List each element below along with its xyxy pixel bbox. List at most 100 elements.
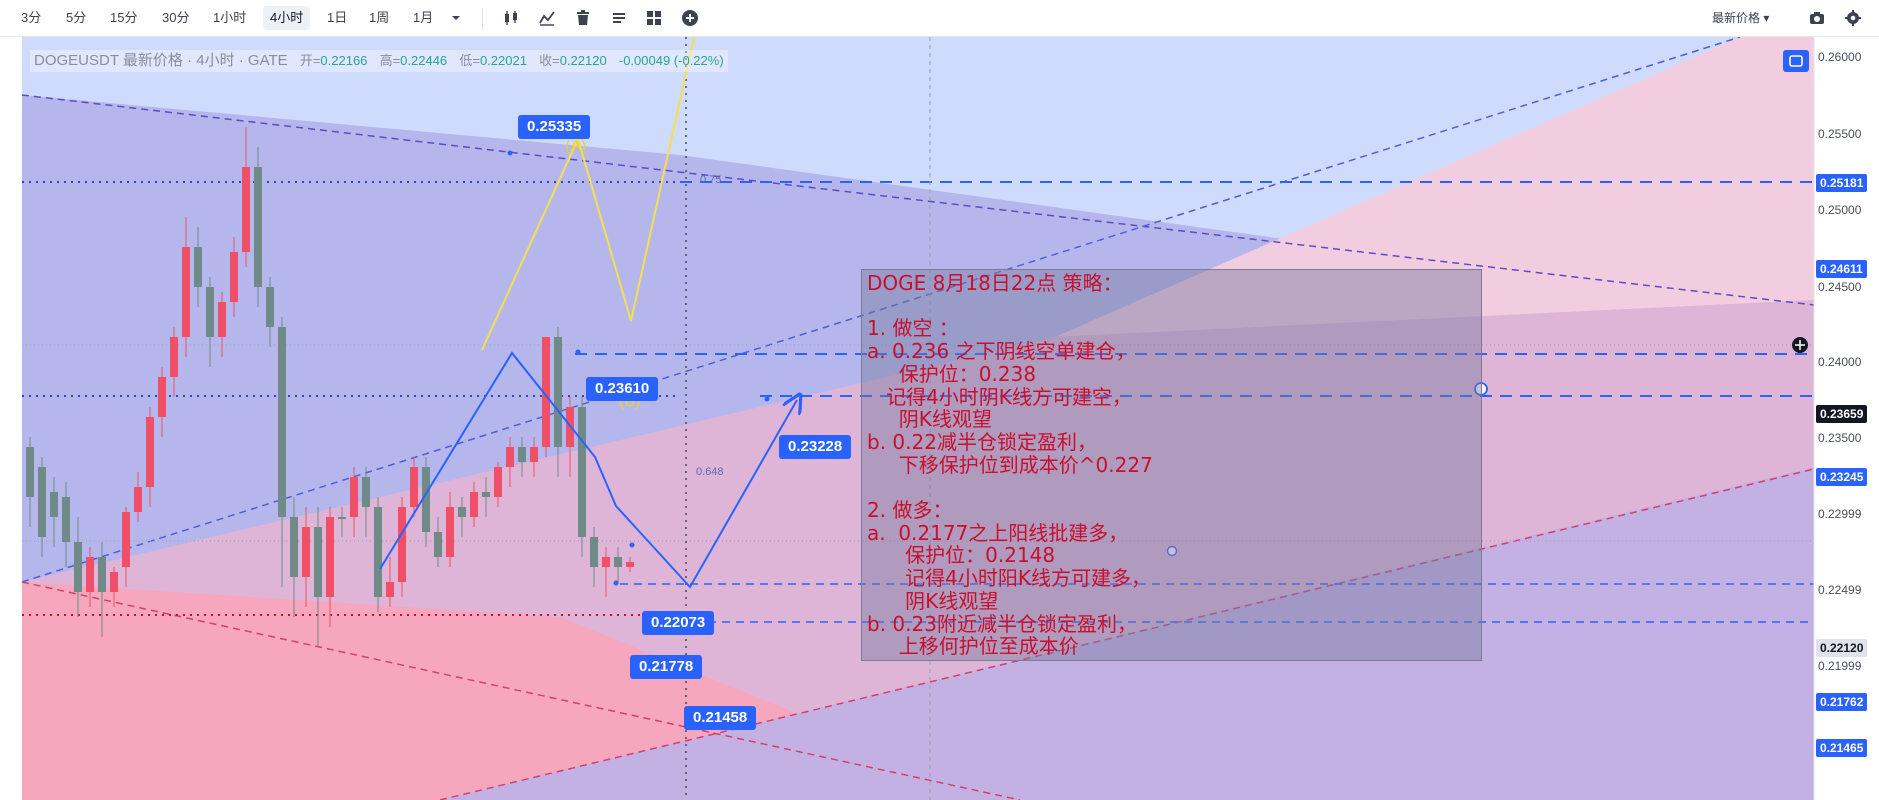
- candle-body: [134, 487, 142, 512]
- candle-body: [86, 557, 94, 592]
- price-callout[interactable]: 0.21458: [684, 706, 757, 730]
- fullscreen-icon[interactable]: [1783, 50, 1809, 72]
- candle-body: [206, 287, 214, 337]
- candle-body: [290, 517, 298, 577]
- symbol-title: DOGEUSDT 最新价格 · 4小时 · GATE: [34, 52, 288, 69]
- timeframe-1w[interactable]: 1周: [362, 6, 396, 30]
- candle-body: [62, 497, 70, 542]
- candle-body: [530, 447, 538, 462]
- candle-body: [398, 507, 406, 582]
- price-axis-label: 0.25000: [1818, 203, 1862, 217]
- candle-body: [506, 447, 514, 467]
- candle-body: [146, 417, 154, 487]
- price-axis-label: 0.26000: [1818, 50, 1862, 64]
- candle-body: [278, 327, 286, 517]
- pattern-label-a: (A): [565, 138, 587, 155]
- crosshair-icon[interactable]: [1792, 337, 1808, 353]
- gear-icon[interactable]: [1844, 9, 1862, 27]
- candle-body: [554, 337, 562, 447]
- price-tag: 0.23245: [1816, 468, 1868, 486]
- candle-body: [182, 247, 190, 337]
- timeframe-4h[interactable]: 4小时: [263, 6, 311, 30]
- fib-label-075: 0.75: [700, 174, 722, 186]
- price-callout[interactable]: 0.22073: [642, 611, 715, 635]
- open-label: 开=: [299, 53, 321, 68]
- candle-body: [602, 557, 610, 567]
- timeframe-1h[interactable]: 1小时: [206, 6, 253, 30]
- candle-body: [266, 287, 274, 327]
- candlestick-icon[interactable]: [502, 9, 520, 27]
- price-tag: 0.21465: [1816, 739, 1868, 757]
- strategy-note-box[interactable]: DOGE 8月18日22点 策略： 1. 做空 ： a. 0.236 之下阴线空…: [861, 269, 1482, 661]
- price-callout[interactable]: 0.23610: [586, 377, 659, 401]
- candle-body: [158, 377, 166, 417]
- price-callout[interactable]: 0.25335: [518, 115, 591, 139]
- timeframe-15m[interactable]: 15分: [103, 6, 144, 30]
- layout-grid-icon[interactable]: [645, 9, 663, 27]
- fib-label-0648: 0.648: [696, 466, 724, 478]
- candle-body: [614, 557, 622, 567]
- timeframe-1mo[interactable]: 1月: [406, 6, 440, 30]
- price-axis-label: 0.24500: [1818, 280, 1862, 294]
- price-axis-label: 0.24000: [1818, 355, 1862, 369]
- price-axis-label: 0.23500: [1818, 431, 1862, 445]
- candle-body: [122, 512, 130, 567]
- camera-icon[interactable]: [1808, 9, 1826, 27]
- timeframe-5m[interactable]: 5分: [59, 6, 93, 30]
- candle-body: [458, 507, 466, 517]
- current-price-tag: 0.23659: [1816, 405, 1868, 423]
- indicators-icon[interactable]: [538, 9, 556, 27]
- price-type-select[interactable]: 最新价格 ▾: [1712, 6, 1769, 30]
- chevron-down-icon[interactable]: [447, 9, 465, 27]
- price-type-label: 最新价格: [1712, 11, 1761, 25]
- candle-body: [518, 447, 526, 462]
- price-axis-label: 0.22499: [1818, 583, 1862, 597]
- high-value: 0.22446: [400, 53, 448, 68]
- candle-body: [338, 517, 346, 519]
- timeframe-1d[interactable]: 1日: [320, 6, 354, 30]
- candle-body: [194, 247, 202, 287]
- open-value: 0.22166: [320, 53, 368, 68]
- candle-body: [326, 517, 334, 597]
- last-close-tag: 0.22120: [1816, 639, 1868, 657]
- symbol-legend: DOGEUSDT 最新价格 · 4小时 · GATE 开=0.22166 高=0…: [30, 50, 728, 72]
- price-callout[interactable]: 0.23228: [779, 435, 852, 459]
- candle-body: [38, 467, 46, 537]
- chart-toolbar: 3分 5分 15分 30分 1小时 4小时 1日 1周 1月 最新价格 ▾: [0, 0, 1879, 37]
- price-callout[interactable]: 0.21778: [630, 655, 703, 679]
- candle-body: [626, 562, 634, 567]
- candle-body: [482, 492, 490, 497]
- close-value: 0.22120: [559, 53, 607, 68]
- candle-body: [170, 337, 178, 377]
- candle-body: [314, 527, 322, 597]
- low-label: 低=: [459, 53, 480, 68]
- low-value: 0.22021: [479, 53, 527, 68]
- candle-body: [74, 542, 82, 592]
- candle-body: [578, 407, 586, 537]
- price-axis-label: 0.25500: [1818, 127, 1862, 141]
- trash-icon[interactable]: [574, 9, 592, 27]
- candle-body: [386, 582, 394, 597]
- settings-list-icon[interactable]: [610, 9, 628, 27]
- candle-body: [302, 527, 310, 577]
- toolbar-divider: [482, 8, 483, 30]
- candle-body: [254, 167, 262, 287]
- price-axis-label: 0.22999: [1818, 507, 1862, 521]
- candle-body: [50, 492, 58, 517]
- candle-body: [242, 167, 250, 252]
- price-tag: 0.21762: [1816, 693, 1868, 711]
- candle-body: [590, 537, 598, 567]
- close-label: 收=: [539, 53, 560, 68]
- candle-body: [110, 572, 118, 592]
- timeframe-30m[interactable]: 30分: [155, 6, 196, 30]
- candle-body: [446, 507, 454, 557]
- candle-body: [26, 447, 34, 497]
- timeframe-3m[interactable]: 3分: [14, 6, 48, 30]
- candle-body: [362, 477, 370, 507]
- candle-body: [218, 302, 226, 337]
- change-value: -0.00049 (-0.22%): [618, 53, 724, 68]
- candle-body: [350, 477, 358, 517]
- add-circle-icon[interactable]: [681, 9, 699, 27]
- candle-body: [494, 467, 502, 497]
- candle-body: [98, 557, 106, 592]
